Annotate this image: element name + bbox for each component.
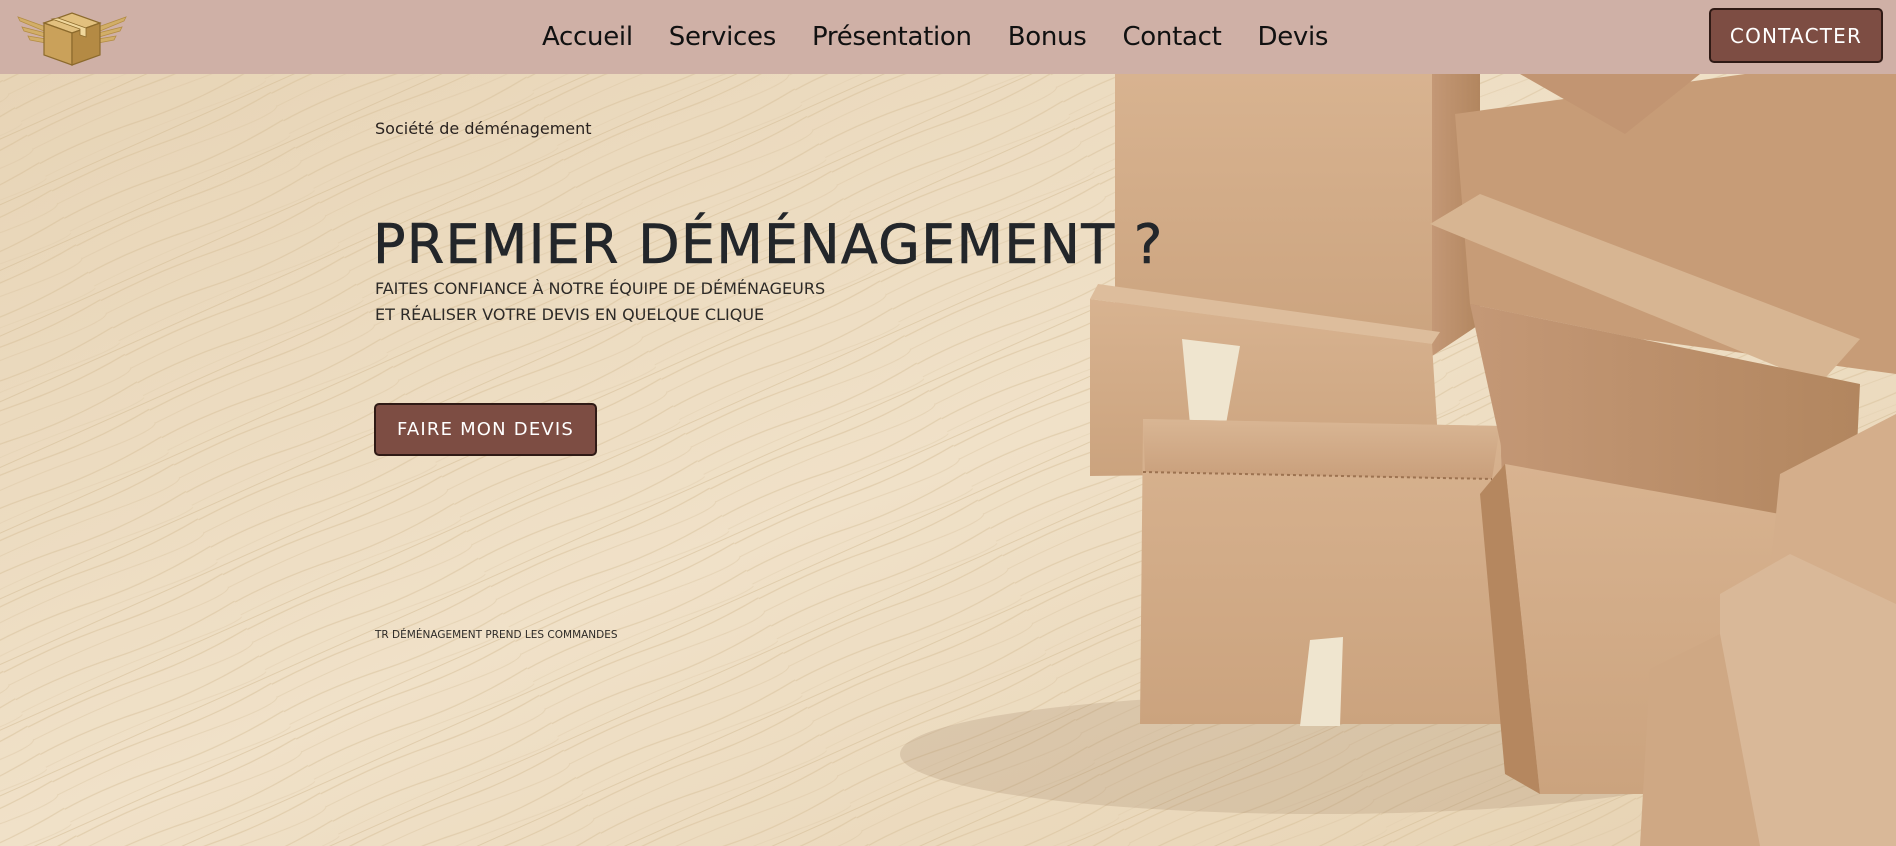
nav-link-devis[interactable]: Devis bbox=[1258, 22, 1329, 52]
navbar: Accueil Services Présentation Bonus Cont… bbox=[0, 0, 1896, 74]
hero-footnote: TR DÉMÉNAGEMENT PREND LES COMMANDES bbox=[375, 629, 618, 641]
quote-button[interactable]: FAIRE MON DEVIS bbox=[374, 403, 597, 456]
hero-eyebrow: Société de déménagement bbox=[375, 119, 592, 138]
nav-link-presentation[interactable]: Présentation bbox=[812, 22, 972, 52]
hero-section: Société de déménagement PREMIER DÉMÉNAGE… bbox=[0, 74, 1896, 846]
main-nav: Accueil Services Présentation Bonus Cont… bbox=[542, 0, 1364, 74]
nav-link-accueil[interactable]: Accueil bbox=[542, 22, 633, 52]
nav-link-bonus[interactable]: Bonus bbox=[1008, 22, 1087, 52]
nav-link-contact[interactable]: Contact bbox=[1122, 22, 1221, 52]
hero-content: Société de déménagement PREMIER DÉMÉNAGE… bbox=[0, 74, 1896, 846]
hero-subtitle-line-2: ET RÉALISER VOTRE DEVIS EN QUELQUE CLIQU… bbox=[375, 305, 765, 324]
hero-subtitle-line-1: FAITES CONFIANCE À NOTRE ÉQUIPE DE DÉMÉN… bbox=[375, 279, 826, 298]
contact-button[interactable]: CONTACTER bbox=[1709, 8, 1883, 63]
logo[interactable] bbox=[16, 5, 128, 69]
winged-box-icon bbox=[17, 12, 127, 66]
hero-title: PREMIER DÉMÉNAGEMENT ? bbox=[373, 213, 1164, 277]
nav-link-services[interactable]: Services bbox=[669, 22, 777, 52]
